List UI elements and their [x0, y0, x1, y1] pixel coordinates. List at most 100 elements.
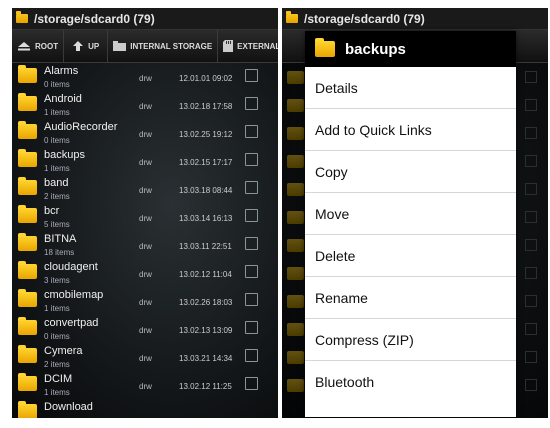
modified-date: 13.03.18 08:44 [179, 186, 233, 195]
permissions: drw [139, 354, 152, 363]
item-count: 1 items [44, 304, 70, 313]
list-item[interactable]: AudioRecorder 0 items drw 13.02.25 19:12 [12, 119, 278, 147]
permissions: drw [139, 214, 152, 223]
folder-name: DCIM [44, 373, 73, 385]
menu-item-compress-zip[interactable]: Compress (ZIP) [305, 319, 516, 361]
folder-icon [18, 317, 37, 335]
folder-icon [18, 373, 37, 391]
folder-name: AudioRecorder [44, 121, 118, 133]
select-checkbox[interactable] [245, 69, 258, 82]
item-count: 0 items [44, 136, 70, 145]
item-count: 3 items [44, 276, 70, 285]
folder-icon [18, 177, 37, 195]
menu-item-delete[interactable]: Delete [305, 235, 516, 277]
context-menu: backups Details Add to Quick Links Copy … [305, 31, 516, 417]
menu-item-copy[interactable]: Copy [305, 151, 516, 193]
select-checkbox[interactable] [245, 153, 258, 166]
permissions: drw [139, 242, 152, 251]
path-title: /storage/sdcard0 (79) [304, 11, 425, 26]
modified-date: 13.03.21 14:34 [179, 354, 233, 363]
context-menu-screen: /storage/sdcard0 (79) backups Details Ad… [282, 8, 548, 418]
select-checkbox[interactable] [245, 125, 258, 138]
item-count: 0 items [44, 332, 70, 341]
list-item[interactable]: DCIM 1 items drw 13.02.12 11:25 [12, 371, 278, 399]
modified-date: 13.02.25 19:12 [179, 130, 233, 139]
select-checkbox[interactable] [245, 97, 258, 110]
modified-date: 13.03.11 22:51 [179, 242, 232, 251]
folder-name: Android [44, 93, 82, 105]
select-checkbox[interactable] [245, 321, 258, 334]
folder-icon [18, 261, 37, 279]
internal-storage-button[interactable]: INTERNAL STORAGE [108, 30, 219, 62]
path-title: /storage/sdcard0 (79) [34, 11, 155, 26]
menu-item-rename[interactable]: Rename [305, 277, 516, 319]
external-storage-button[interactable]: EXTERNAL [218, 30, 278, 62]
list-item[interactable]: Download [12, 399, 278, 418]
folder-name: Alarms [44, 65, 79, 77]
arrow-up-icon [73, 41, 84, 51]
folder-icon [18, 149, 37, 167]
select-checkbox[interactable] [245, 209, 258, 222]
permissions: drw [139, 382, 152, 391]
folder-name: convertpad [44, 317, 99, 329]
root-button[interactable]: ROOT [12, 30, 65, 62]
select-checkbox[interactable] [245, 181, 258, 194]
list-item[interactable]: Cymera 2 items drw 13.03.21 14:34 [12, 343, 278, 371]
item-count: 1 items [44, 388, 70, 397]
folder-icon [18, 205, 37, 223]
modified-date: 13.02.18 17:58 [179, 102, 233, 111]
context-menu-header: backups [305, 31, 516, 67]
list-item[interactable]: cloudagent 3 items drw 13.02.12 11:04 [12, 259, 278, 287]
folder-icon [18, 289, 37, 307]
item-count: 5 items [44, 220, 70, 229]
external-storage-label: EXTERNAL [237, 41, 278, 51]
item-count: 0 items [44, 80, 70, 89]
item-count: 2 items [44, 360, 70, 369]
list-item[interactable]: BITNA 18 items drw 13.03.11 22:51 [12, 231, 278, 259]
folder-name: backups [44, 149, 85, 161]
file-browser-screen: /storage/sdcard0 (79) ROOT UP INTERNAL S… [12, 8, 278, 418]
list-item[interactable]: cmobilemap 1 items drw 13.02.26 18:03 [12, 287, 278, 315]
screenshot-root: /storage/sdcard0 (79) ROOT UP INTERNAL S… [0, 0, 550, 428]
modified-date: 13.03.14 16:13 [179, 214, 233, 223]
list-item[interactable]: convertpad 0 items drw 13.02.13 13:09 [12, 315, 278, 343]
list-item[interactable]: Android 1 items drw 13.02.18 17:58 [12, 91, 278, 119]
list-item[interactable]: backups 1 items drw 13.02.15 17:17 [12, 147, 278, 175]
folder-name: BITNA [44, 233, 77, 245]
permissions: drw [139, 130, 152, 139]
permissions: drw [139, 158, 152, 167]
file-list: Alarms 0 items drw 12.01.01 09:02 Androi… [12, 63, 278, 418]
path-bar: /storage/sdcard0 (79) [12, 8, 278, 30]
permissions: drw [139, 102, 152, 111]
modified-date: 12.01.01 09:02 [179, 74, 233, 83]
up-label: UP [88, 41, 100, 51]
folder-icon [18, 121, 37, 139]
folder-name: bcr [44, 205, 60, 217]
modified-date: 13.02.13 13:09 [179, 326, 233, 335]
folder-name: cloudagent [44, 261, 98, 273]
folder-name: Download [44, 401, 93, 413]
menu-item-move[interactable]: Move [305, 193, 516, 235]
select-checkbox[interactable] [245, 265, 258, 278]
modified-date: 13.02.26 18:03 [179, 298, 233, 307]
list-item[interactable]: Alarms 0 items drw 12.01.01 09:02 [12, 63, 278, 91]
folder-name: cmobilemap [44, 289, 104, 301]
eject-icon [18, 42, 30, 51]
sdcard-icon [223, 40, 234, 52]
select-checkbox[interactable] [245, 377, 258, 390]
list-item[interactable]: band 2 items drw 13.03.18 08:44 [12, 175, 278, 203]
modified-date: 13.02.12 11:25 [179, 382, 232, 391]
menu-item-add-to-quick-links[interactable]: Add to Quick Links [305, 109, 516, 151]
select-checkbox[interactable] [245, 293, 258, 306]
folder-icon [18, 401, 37, 418]
folder-icon [18, 65, 37, 83]
select-checkbox[interactable] [245, 237, 258, 250]
list-item[interactable]: bcr 5 items drw 13.03.14 16:13 [12, 203, 278, 231]
item-count: 1 items [44, 164, 70, 173]
menu-item-bluetooth[interactable]: Bluetooth [305, 361, 516, 403]
folder-name: band [44, 177, 69, 189]
menu-item-details[interactable]: Details [305, 67, 516, 109]
internal-storage-label: INTERNAL STORAGE [130, 41, 213, 51]
up-button[interactable]: UP [64, 30, 109, 62]
select-checkbox[interactable] [245, 349, 258, 362]
